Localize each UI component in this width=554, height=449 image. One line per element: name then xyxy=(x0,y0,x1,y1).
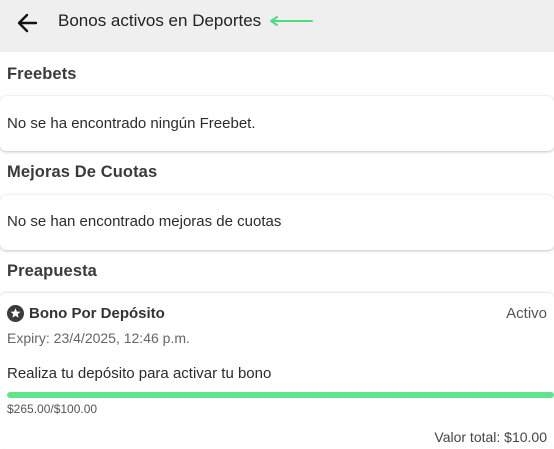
bonus-total-value: Valor total: $10.00 xyxy=(434,429,547,445)
status-badge: Activo xyxy=(506,305,547,322)
odds-boosts-empty-message: No se han encontrado mejoras de cuotas xyxy=(7,213,282,230)
star-icon xyxy=(7,305,24,322)
section-title-freebets: Freebets xyxy=(7,65,77,83)
odds-boosts-card: No se han encontrado mejoras de cuotas xyxy=(0,195,554,250)
section-title-prebet: Preapuesta xyxy=(7,262,97,280)
section-title-odds-boosts: Mejoras De Cuotas xyxy=(7,163,158,181)
bonus-progress-fill xyxy=(7,392,554,398)
top-app-bar: Bonos activos en Deportes xyxy=(0,0,554,52)
back-button[interactable] xyxy=(14,9,42,37)
arrow-pointer-left-icon xyxy=(270,16,313,26)
freebets-card: No se ha encontrado ningún Freebet. xyxy=(0,96,554,151)
bonus-progress-label: $265.00/$100.00 xyxy=(7,402,98,416)
bonus-title: Bono Por Depósito xyxy=(29,305,165,322)
bonus-expiry: Expiry: 23/4/2025, 12:46 p.m. xyxy=(7,330,190,346)
page-title: Bonos activos en Deportes xyxy=(58,11,262,30)
freebets-empty-message: No se ha encontrado ningún Freebet. xyxy=(7,115,256,132)
bonus-instruction: Realiza tu depósito para activar tu bono xyxy=(7,365,272,382)
bonus-progress-bar xyxy=(7,392,554,398)
arrow-left-icon xyxy=(17,13,38,33)
